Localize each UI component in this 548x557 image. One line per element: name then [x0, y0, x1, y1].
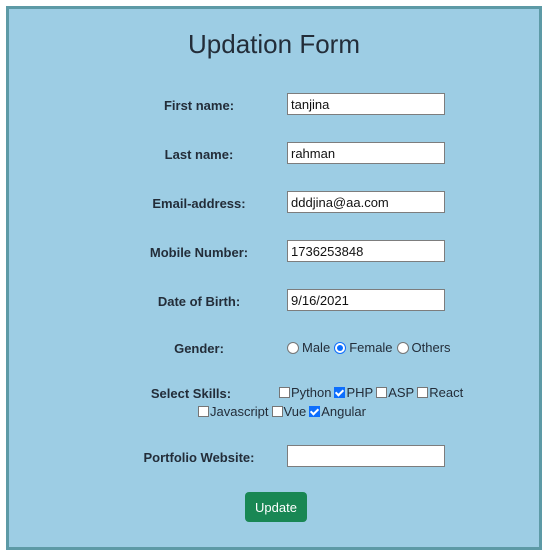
gender-options: Male Female Others: [287, 340, 455, 355]
gender-radio-male[interactable]: [287, 341, 299, 354]
gender-option-female[interactable]: Female: [334, 340, 393, 355]
last-name-input[interactable]: [287, 142, 445, 164]
skill-option-react[interactable]: React: [417, 385, 463, 400]
gender-label: Gender:: [174, 341, 224, 356]
skill-checkbox-angular[interactable]: [309, 406, 321, 417]
skill-option-javascript[interactable]: Javascript: [198, 404, 269, 419]
skill-option-label: Vue: [283, 404, 307, 419]
skill-option-python[interactable]: Python: [279, 385, 331, 400]
skill-option-label: Javascript: [210, 404, 269, 419]
skill-option-angular[interactable]: Angular: [309, 404, 366, 419]
skills-label: Select Skills:: [150, 386, 232, 401]
gender-option-male[interactable]: Male: [287, 340, 330, 355]
dob-input[interactable]: [287, 289, 445, 311]
email-label: Email-address:: [152, 196, 246, 211]
skill-checkbox-php[interactable]: [334, 387, 346, 398]
skill-option-label: ASP: [388, 385, 415, 400]
mobile-input[interactable]: [287, 240, 445, 262]
first-name-input[interactable]: [287, 93, 445, 115]
gender-option-others[interactable]: Others: [396, 340, 451, 355]
update-button[interactable]: Update: [245, 492, 307, 522]
gender-radio-female[interactable]: [334, 341, 347, 354]
updation-form: Updation Form First name: Last name: Ema…: [6, 6, 542, 550]
skill-option-label: Angular: [321, 404, 366, 419]
mobile-label: Mobile Number:: [149, 245, 249, 260]
form-title: Updation Form: [188, 29, 360, 59]
portfolio-input[interactable]: [287, 445, 445, 467]
skill-checkbox-react[interactable]: [417, 387, 429, 398]
skill-checkbox-asp[interactable]: [376, 387, 388, 398]
skill-option-label: PHP: [346, 385, 374, 400]
skill-checkbox-python[interactable]: [279, 387, 290, 398]
gender-option-label: Female: [349, 340, 393, 355]
gender-option-label: Male: [302, 340, 331, 355]
last-name-label: Last name:: [164, 147, 234, 162]
email-input[interactable]: [287, 191, 445, 213]
gender-option-label: Others: [411, 340, 451, 355]
skill-option-php[interactable]: PHP: [334, 385, 373, 400]
skill-checkbox-javascript[interactable]: [198, 406, 209, 417]
skill-option-label: Python: [291, 385, 332, 400]
skill-option-label: React: [429, 385, 464, 400]
first-name-label: First name:: [163, 98, 235, 113]
skill-option-vue[interactable]: Vue: [271, 404, 307, 419]
skill-option-asp[interactable]: ASP: [376, 385, 414, 400]
gender-radio-others[interactable]: [396, 341, 409, 354]
portfolio-label: Portfolio Website:: [143, 450, 255, 465]
skills-options-row-2: Javascript Vue Angular: [198, 404, 369, 419]
dob-label: Date of Birth:: [157, 294, 241, 309]
skill-checkbox-vue[interactable]: [271, 406, 283, 417]
skills-options-row-1: Python PHP ASP React: [279, 385, 466, 400]
